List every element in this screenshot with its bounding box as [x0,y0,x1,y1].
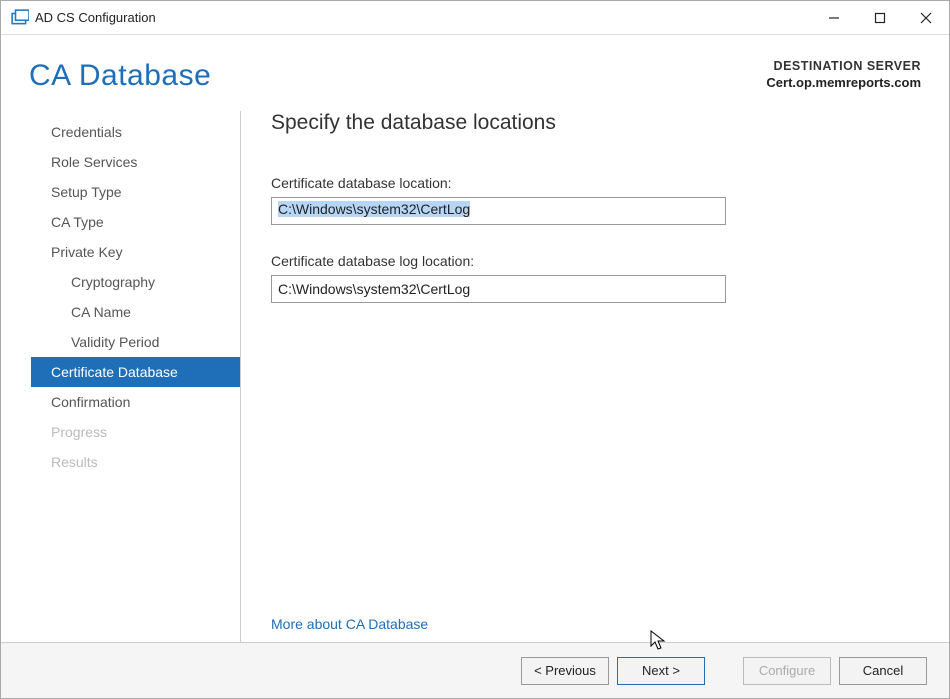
more-about-link[interactable]: More about CA Database [271,616,428,632]
maximize-button[interactable] [857,1,903,35]
sidebar-item-progress: Progress [31,417,240,447]
sidebar-item-role-services[interactable]: Role Services [31,147,240,177]
sidebar-item-ca-name[interactable]: CA Name [31,297,240,327]
body-area: Credentials Role Services Setup Type CA … [1,93,949,642]
sidebar-item-credentials[interactable]: Credentials [31,117,240,147]
db-log-location-label: Certificate database log location: [271,253,909,269]
window-title: AD CS Configuration [35,10,156,25]
db-location-label: Certificate database location: [271,175,909,191]
sidebar-item-setup-type[interactable]: Setup Type [31,177,240,207]
configure-button: Configure [743,657,831,685]
header-area: CA Database DESTINATION SERVER Cert.op.m… [1,35,949,93]
wizard-window: AD CS Configuration CA Database DESTINAT… [0,0,950,699]
sidebar-item-ca-type[interactable]: CA Type [31,207,240,237]
app-icon [11,9,29,27]
db-log-location-input[interactable] [271,275,726,303]
sidebar-item-private-key[interactable]: Private Key [31,237,240,267]
cancel-button[interactable]: Cancel [839,657,927,685]
sidebar-item-confirmation[interactable]: Confirmation [31,387,240,417]
destination-server-label: DESTINATION SERVER [766,59,921,73]
db-location-input[interactable]: C:\Windows\system32\CertLog [271,197,726,225]
minimize-button[interactable] [811,1,857,35]
sidebar: Credentials Role Services Setup Type CA … [31,111,241,642]
content-panel: Specify the database locations Certifica… [241,111,919,642]
db-location-value: C:\Windows\system32\CertLog [278,201,470,217]
sidebar-item-validity-period[interactable]: Validity Period [31,327,240,357]
page-title: CA Database [29,59,211,93]
destination-server-block: DESTINATION SERVER Cert.op.memreports.co… [766,59,921,90]
content-heading: Specify the database locations [271,111,909,135]
close-button[interactable] [903,1,949,35]
footer: < Previous Next > Configure Cancel [1,642,949,698]
previous-button[interactable]: < Previous [521,657,609,685]
sidebar-item-cryptography[interactable]: Cryptography [31,267,240,297]
sidebar-item-certificate-database[interactable]: Certificate Database [31,357,240,387]
titlebar: AD CS Configuration [1,1,949,35]
destination-server-value: Cert.op.memreports.com [766,75,921,90]
sidebar-item-results: Results [31,447,240,477]
next-button[interactable]: Next > [617,657,705,685]
